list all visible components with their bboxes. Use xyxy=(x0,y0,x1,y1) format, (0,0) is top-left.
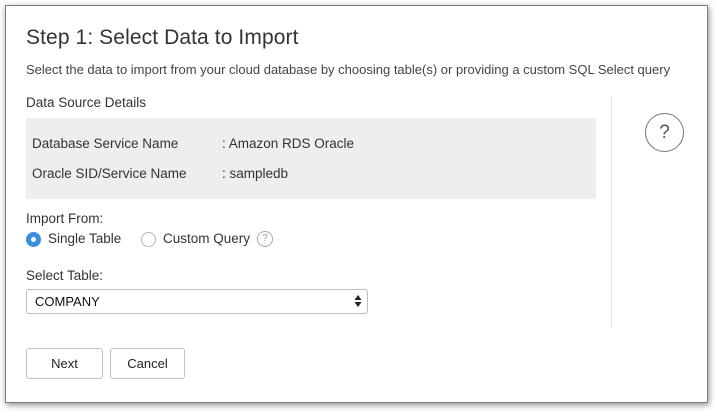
next-button[interactable]: Next xyxy=(26,348,103,379)
detail-label: Oracle SID/Service Name xyxy=(32,166,187,181)
detail-value: : Amazon RDS Oracle xyxy=(222,136,355,151)
detail-value: : sampledb xyxy=(222,166,289,181)
radio-custom-query-label[interactable]: Custom Query xyxy=(163,231,250,246)
vertical-divider xyxy=(611,96,612,328)
select-table-label: Select Table: xyxy=(26,268,104,283)
radio-custom-query[interactable] xyxy=(141,232,156,247)
custom-query-help-icon[interactable]: ? xyxy=(257,231,273,247)
cancel-button[interactable]: Cancel xyxy=(110,348,185,379)
data-source-heading: Data Source Details xyxy=(26,95,147,110)
up-down-arrows-icon xyxy=(354,295,362,307)
select-table-dropdown[interactable]: COMPANY xyxy=(26,289,368,314)
data-source-details-panel: Database Service Name : Amazon RDS Oracl… xyxy=(26,118,596,199)
help-question-icon[interactable]: ? xyxy=(645,113,684,152)
select-table-value: COMPANY xyxy=(35,294,100,309)
dialog-subtitle: Select the data to import from your clou… xyxy=(26,62,671,77)
import-dialog: Step 1: Select Data to Import Select the… xyxy=(5,5,708,403)
dialog-title: Step 1: Select Data to Import xyxy=(26,26,299,49)
import-from-label: Import From: xyxy=(26,211,104,226)
detail-label: Database Service Name xyxy=(32,136,179,151)
radio-single-table[interactable] xyxy=(26,232,41,247)
radio-single-table-label[interactable]: Single Table xyxy=(48,231,121,246)
